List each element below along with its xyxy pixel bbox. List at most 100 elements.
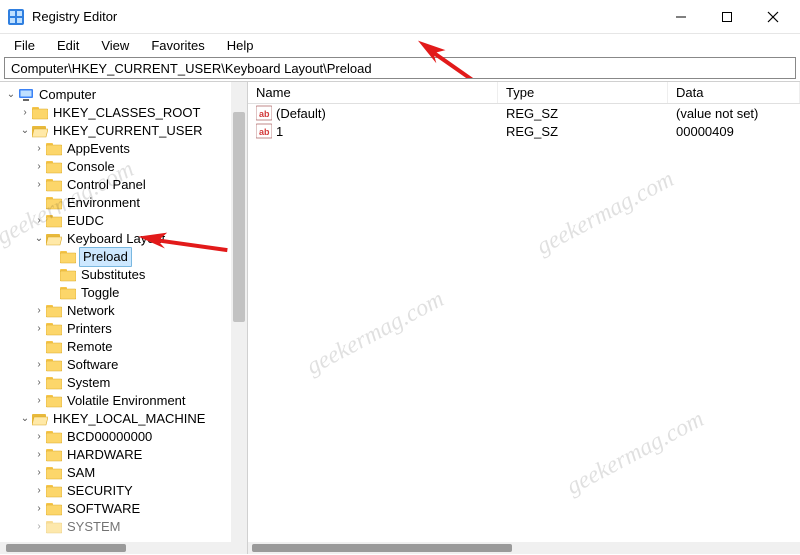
chevron-down-icon[interactable]: ⌄ bbox=[4, 86, 18, 104]
folder-open-icon bbox=[32, 123, 48, 139]
value-name: (Default) bbox=[276, 106, 326, 121]
tree-node-preload[interactable]: Preload bbox=[4, 248, 231, 266]
chevron-right-icon[interactable]: › bbox=[32, 374, 46, 392]
tree-node-security[interactable]: › SECURITY bbox=[4, 482, 231, 500]
tree-label: EUDC bbox=[65, 212, 106, 230]
content-split: ⌄ Computer › HKEY_CLASSES_ROOT ⌄ HKEY_CU… bbox=[0, 81, 800, 554]
chevron-right-icon[interactable]: › bbox=[32, 176, 46, 194]
column-name[interactable]: Name bbox=[248, 82, 498, 103]
menu-help[interactable]: Help bbox=[217, 36, 264, 55]
chevron-right-icon[interactable]: › bbox=[32, 302, 46, 320]
address-bar-text: Computer\HKEY_CURRENT_USER\Keyboard Layo… bbox=[11, 61, 372, 76]
registry-tree[interactable]: ⌄ Computer › HKEY_CLASSES_ROOT ⌄ HKEY_CU… bbox=[0, 82, 231, 542]
tree-node-console[interactable]: › Console bbox=[4, 158, 231, 176]
titlebar: Registry Editor bbox=[0, 0, 800, 34]
tree-node-hardware[interactable]: › HARDWARE bbox=[4, 446, 231, 464]
tree-node-software[interactable]: › Software bbox=[4, 356, 231, 374]
tree-node-eudc[interactable]: › EUDC bbox=[4, 212, 231, 230]
chevron-right-icon[interactable]: › bbox=[32, 446, 46, 464]
tree-node-network[interactable]: › Network bbox=[4, 302, 231, 320]
menu-view[interactable]: View bbox=[91, 36, 139, 55]
folder-icon bbox=[46, 159, 62, 175]
tree-label: Software bbox=[65, 356, 120, 374]
tree-node-bcd[interactable]: › BCD00000000 bbox=[4, 428, 231, 446]
chevron-down-icon[interactable]: ⌄ bbox=[18, 122, 32, 140]
chevron-right-icon[interactable]: › bbox=[32, 212, 46, 230]
tree-node-computer[interactable]: ⌄ Computer bbox=[4, 86, 231, 104]
value-data: 00000409 bbox=[668, 124, 800, 139]
folder-icon bbox=[32, 105, 48, 121]
tree-node-remote[interactable]: Remote bbox=[4, 338, 231, 356]
tree-node-system[interactable]: › System bbox=[4, 374, 231, 392]
chevron-down-icon[interactable]: ⌄ bbox=[32, 230, 46, 248]
tree-node-systemhklm[interactable]: › SYSTEM bbox=[4, 518, 231, 536]
column-data[interactable]: Data bbox=[668, 82, 800, 103]
folder-icon bbox=[46, 339, 62, 355]
close-icon bbox=[767, 11, 779, 23]
tree-vertical-scrollbar[interactable] bbox=[231, 82, 247, 554]
tree-node-environment[interactable]: Environment bbox=[4, 194, 231, 212]
values-header: Name Type Data bbox=[248, 82, 800, 104]
tree-horizontal-scrollbar[interactable] bbox=[0, 542, 231, 554]
chevron-down-icon[interactable]: ⌄ bbox=[18, 410, 32, 428]
folder-icon bbox=[46, 519, 62, 535]
values-rows: (Default) REG_SZ (value not set) 1 REG_S… bbox=[248, 104, 800, 140]
chevron-right-icon[interactable]: › bbox=[32, 158, 46, 176]
tree-node-toggle[interactable]: Toggle bbox=[4, 284, 231, 302]
folder-icon bbox=[46, 483, 62, 499]
tree-label: Toggle bbox=[79, 284, 121, 302]
tree-node-hklm[interactable]: ⌄ HKEY_LOCAL_MACHINE bbox=[4, 410, 231, 428]
value-row[interactable]: (Default) REG_SZ (value not set) bbox=[248, 104, 800, 122]
folder-icon bbox=[46, 393, 62, 409]
tree-node-volatile[interactable]: › Volatile Environment bbox=[4, 392, 231, 410]
tree-node-controlpanel[interactable]: › Control Panel bbox=[4, 176, 231, 194]
tree-label: System bbox=[65, 374, 112, 392]
menu-favorites[interactable]: Favorites bbox=[141, 36, 214, 55]
tree-node-appevents[interactable]: › AppEvents bbox=[4, 140, 231, 158]
value-row[interactable]: 1 REG_SZ 00000409 bbox=[248, 122, 800, 140]
tree-node-sam[interactable]: › SAM bbox=[4, 464, 231, 482]
tree-node-hkcu[interactable]: ⌄ HKEY_CURRENT_USER bbox=[4, 122, 231, 140]
tree-label: Network bbox=[65, 302, 117, 320]
value-name: 1 bbox=[276, 124, 283, 139]
folder-icon bbox=[46, 429, 62, 445]
tree-label: HKEY_CLASSES_ROOT bbox=[51, 104, 202, 122]
maximize-button[interactable] bbox=[704, 1, 750, 33]
tree-label: HARDWARE bbox=[65, 446, 144, 464]
close-button[interactable] bbox=[750, 1, 796, 33]
tree-node-substitutes[interactable]: Substitutes bbox=[4, 266, 231, 284]
tree-label: Printers bbox=[65, 320, 114, 338]
column-type[interactable]: Type bbox=[498, 82, 668, 103]
chevron-right-icon[interactable]: › bbox=[32, 482, 46, 500]
chevron-right-icon[interactable]: › bbox=[32, 464, 46, 482]
list-horizontal-scrollbar[interactable] bbox=[248, 542, 800, 554]
value-type: REG_SZ bbox=[498, 106, 668, 121]
menu-file[interactable]: File bbox=[4, 36, 45, 55]
chevron-right-icon[interactable]: › bbox=[32, 320, 46, 338]
tree-label: SAM bbox=[65, 464, 97, 482]
minimize-button[interactable] bbox=[658, 1, 704, 33]
chevron-right-icon[interactable]: › bbox=[18, 104, 32, 122]
value-data: (value not set) bbox=[668, 106, 800, 121]
tree-node-printers[interactable]: › Printers bbox=[4, 320, 231, 338]
chevron-right-icon[interactable]: › bbox=[32, 518, 46, 536]
menu-edit[interactable]: Edit bbox=[47, 36, 89, 55]
tree-node-hkcr[interactable]: › HKEY_CLASSES_ROOT bbox=[4, 104, 231, 122]
tree-label: Substitutes bbox=[79, 266, 147, 284]
tree-label: Preload bbox=[79, 247, 132, 267]
chevron-right-icon[interactable]: › bbox=[32, 500, 46, 518]
tree-node-keyboardlayout[interactable]: ⌄ Keyboard Layout bbox=[4, 230, 231, 248]
address-bar[interactable]: Computer\HKEY_CURRENT_USER\Keyboard Layo… bbox=[4, 57, 796, 79]
tree-node-softwarehklm[interactable]: › SOFTWARE bbox=[4, 500, 231, 518]
chevron-right-icon[interactable]: › bbox=[32, 356, 46, 374]
tree-label: Remote bbox=[65, 338, 115, 356]
tree-label: HKEY_LOCAL_MACHINE bbox=[51, 410, 207, 428]
chevron-right-icon[interactable]: › bbox=[32, 392, 46, 410]
tree-pane: ⌄ Computer › HKEY_CLASSES_ROOT ⌄ HKEY_CU… bbox=[0, 82, 248, 554]
minimize-icon bbox=[675, 11, 687, 23]
chevron-right-icon[interactable]: › bbox=[32, 428, 46, 446]
folder-open-icon bbox=[46, 231, 62, 247]
folder-icon bbox=[60, 285, 76, 301]
chevron-right-icon[interactable]: › bbox=[32, 140, 46, 158]
folder-icon bbox=[46, 357, 62, 373]
